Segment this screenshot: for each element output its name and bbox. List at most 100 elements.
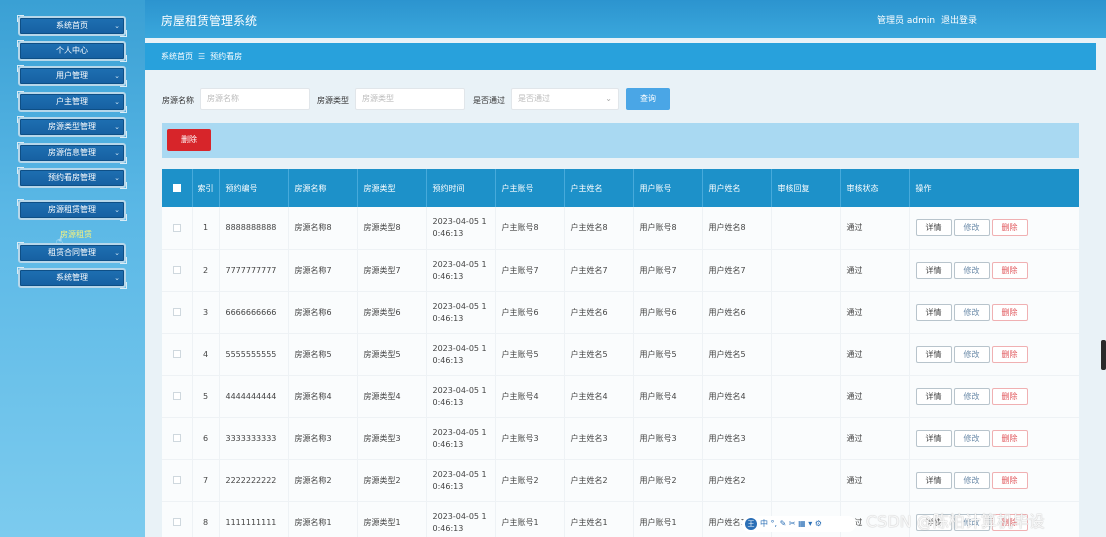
sidebar-item-viewing[interactable]: 预约看房管理 ⌄: [17, 167, 127, 189]
edit-button[interactable]: 修改: [953, 261, 990, 279]
row-checkbox[interactable]: [172, 223, 181, 232]
row-select-cell[interactable]: [162, 207, 193, 250]
select-all-header[interactable]: [162, 169, 193, 207]
edit-button[interactable]: 修改: [953, 219, 990, 237]
breadcrumb-home[interactable]: 系统首页: [161, 52, 193, 61]
delete-button[interactable]: 删除: [991, 429, 1028, 447]
row-select-cell[interactable]: [162, 291, 193, 334]
cell-user-account: 用户账号7: [633, 249, 703, 292]
sidebar-item-users[interactable]: 用户管理 ⌄: [17, 65, 127, 87]
row-select-cell[interactable]: [162, 333, 193, 376]
scrollbar-handle[interactable]: [1101, 340, 1106, 370]
edit-button[interactable]: 修改: [953, 345, 990, 363]
detail-button[interactable]: 详情: [915, 261, 952, 279]
cell-owner-account: 户主账号5: [495, 333, 565, 376]
cell-appointment-no: 4444444444: [219, 375, 289, 418]
sidebar-item-profile[interactable]: 个人中心: [17, 40, 127, 62]
cell-owner-account: 户主账号7: [495, 249, 565, 292]
cell-review-reply: [771, 207, 841, 250]
select-all-checkbox[interactable]: [172, 184, 181, 192]
time-line-2: 0:46:13: [432, 313, 464, 323]
sidebar-item-house-info[interactable]: 房源信息管理 ⌄: [17, 142, 127, 164]
detail-button[interactable]: 详情: [915, 219, 952, 237]
input-method-toolbar[interactable]: 王中 °, ✎ ✂ ▦ ▾ ⚙: [742, 516, 856, 532]
edit-button[interactable]: 修改: [953, 471, 990, 489]
sidebar-item-owners[interactable]: 户主管理 ⌄: [17, 91, 127, 113]
pass-select[interactable]: 是否通过 ⌄: [511, 88, 619, 110]
sidebar-item-contracts[interactable]: 租赁合同管理 ⌄: [17, 242, 127, 264]
edit-button[interactable]: 修改: [953, 429, 990, 447]
row-select-cell[interactable]: [162, 417, 193, 460]
house-name-input[interactable]: 房源名称: [200, 88, 310, 110]
cell-owner-account: 户主账号6: [495, 291, 565, 334]
row-checkbox[interactable]: [172, 266, 181, 274]
logout-link[interactable]: 退出登录: [941, 13, 977, 26]
delete-button[interactable]: 删除: [991, 261, 1028, 279]
sidebar-item-label: 户主管理: [56, 97, 88, 106]
cell-appointment-no: 3333333333: [219, 417, 289, 460]
time-line-2: 0:46:13: [432, 481, 464, 491]
edit-button[interactable]: 修改: [953, 387, 990, 405]
cell-owner-account: 户主账号1: [495, 501, 565, 537]
detail-button[interactable]: 详情: [915, 345, 952, 363]
row-checkbox[interactable]: [172, 434, 181, 442]
col-owner-name: 户主姓名: [564, 169, 634, 207]
detail-button[interactable]: 详情: [915, 471, 952, 489]
cell-house-name: 房源名称2: [288, 459, 358, 502]
table-row: 5 4444444444 房源名称4 房源类型4 2023-04-05 1 0:46:13…: [162, 375, 1079, 418]
sidebar-item-label: 房源信息管理: [48, 148, 96, 157]
delete-button[interactable]: 删除: [991, 303, 1028, 321]
cell-review-reply: [771, 375, 841, 418]
cell-owner-name: 户主姓名7: [564, 249, 634, 292]
row-checkbox[interactable]: [172, 476, 181, 484]
detail-button[interactable]: 详情: [915, 387, 952, 405]
detail-button[interactable]: 详情: [915, 429, 952, 447]
edit-button[interactable]: 修改: [953, 303, 990, 321]
row-select-cell[interactable]: [162, 459, 193, 502]
table-header-row: 索引 预约编号 房源名称 房源类型 预约时间 户主账号 户主姓名 用户账号 用户…: [162, 169, 1079, 207]
sidebar-item-label: 预约看房管理: [48, 173, 96, 182]
search-button[interactable]: 查询: [626, 88, 670, 110]
col-user-name: 用户姓名: [702, 169, 772, 207]
cell-house-name: 房源名称7: [288, 249, 358, 292]
chevron-icon: ⌄: [114, 123, 120, 131]
delete-button[interactable]: 删除: [991, 387, 1028, 405]
cell-operations: 详情 修改 删除: [909, 207, 1079, 250]
sidebar-item-rental[interactable]: 房源租赁管理 ⌄: [17, 199, 127, 221]
sidebar-item-house-types[interactable]: 房源类型管理 ⌄: [17, 116, 127, 138]
time-line-1: 2023-04-05 1: [432, 343, 487, 353]
delete-button[interactable]: 删除: [991, 345, 1028, 363]
breadcrumb: 系统首页 ☰ 预约看房: [145, 43, 1096, 70]
sidebar-item-home[interactable]: 系统首页 ⌄: [17, 15, 127, 37]
cell-house-name: 房源名称4: [288, 375, 358, 418]
row-checkbox[interactable]: [172, 350, 181, 358]
time-line-1: 2023-04-05 1: [432, 217, 487, 227]
row-checkbox[interactable]: [172, 518, 181, 526]
cell-user-name: 用户姓名6: [702, 291, 772, 334]
cell-owner-name: 户主姓名4: [564, 375, 634, 418]
delete-button[interactable]: 删除: [991, 471, 1028, 489]
delete-button[interactable]: 删除: [991, 219, 1028, 237]
cell-review-reply: [771, 333, 841, 376]
row-select-cell[interactable]: [162, 501, 193, 537]
row-checkbox[interactable]: [172, 308, 181, 316]
sidebar-item-system[interactable]: 系统管理 ⌄: [17, 267, 127, 289]
cell-operations: 详情 修改 删除: [909, 375, 1079, 418]
cell-index: 6: [192, 417, 220, 460]
row-checkbox[interactable]: [172, 392, 181, 400]
cell-appointment-no: 2222222222: [219, 459, 289, 502]
row-select-cell[interactable]: [162, 249, 193, 292]
sidebar-item-label: 房源类型管理: [48, 122, 96, 131]
cell-house-type: 房源类型5: [357, 333, 427, 376]
submenu-item-rental[interactable]: 房源租赁: [60, 229, 92, 240]
row-select-cell[interactable]: [162, 375, 193, 418]
user-label: 管理员 admin: [877, 16, 936, 26]
detail-button[interactable]: 详情: [915, 303, 952, 321]
chevron-icon: ⌄: [114, 72, 120, 80]
sidebar-item-label: 房源租赁管理: [48, 205, 96, 214]
col-index: 索引: [192, 169, 220, 207]
batch-delete-button[interactable]: 删除: [167, 129, 211, 151]
sidebar-item-label: 租赁合同管理: [48, 248, 96, 257]
search-bar: 房源名称 房源名称 房源类型 房源类型 是否通过 是否通过 ⌄ 查询: [145, 78, 1096, 118]
house-type-input[interactable]: 房源类型: [355, 88, 465, 110]
